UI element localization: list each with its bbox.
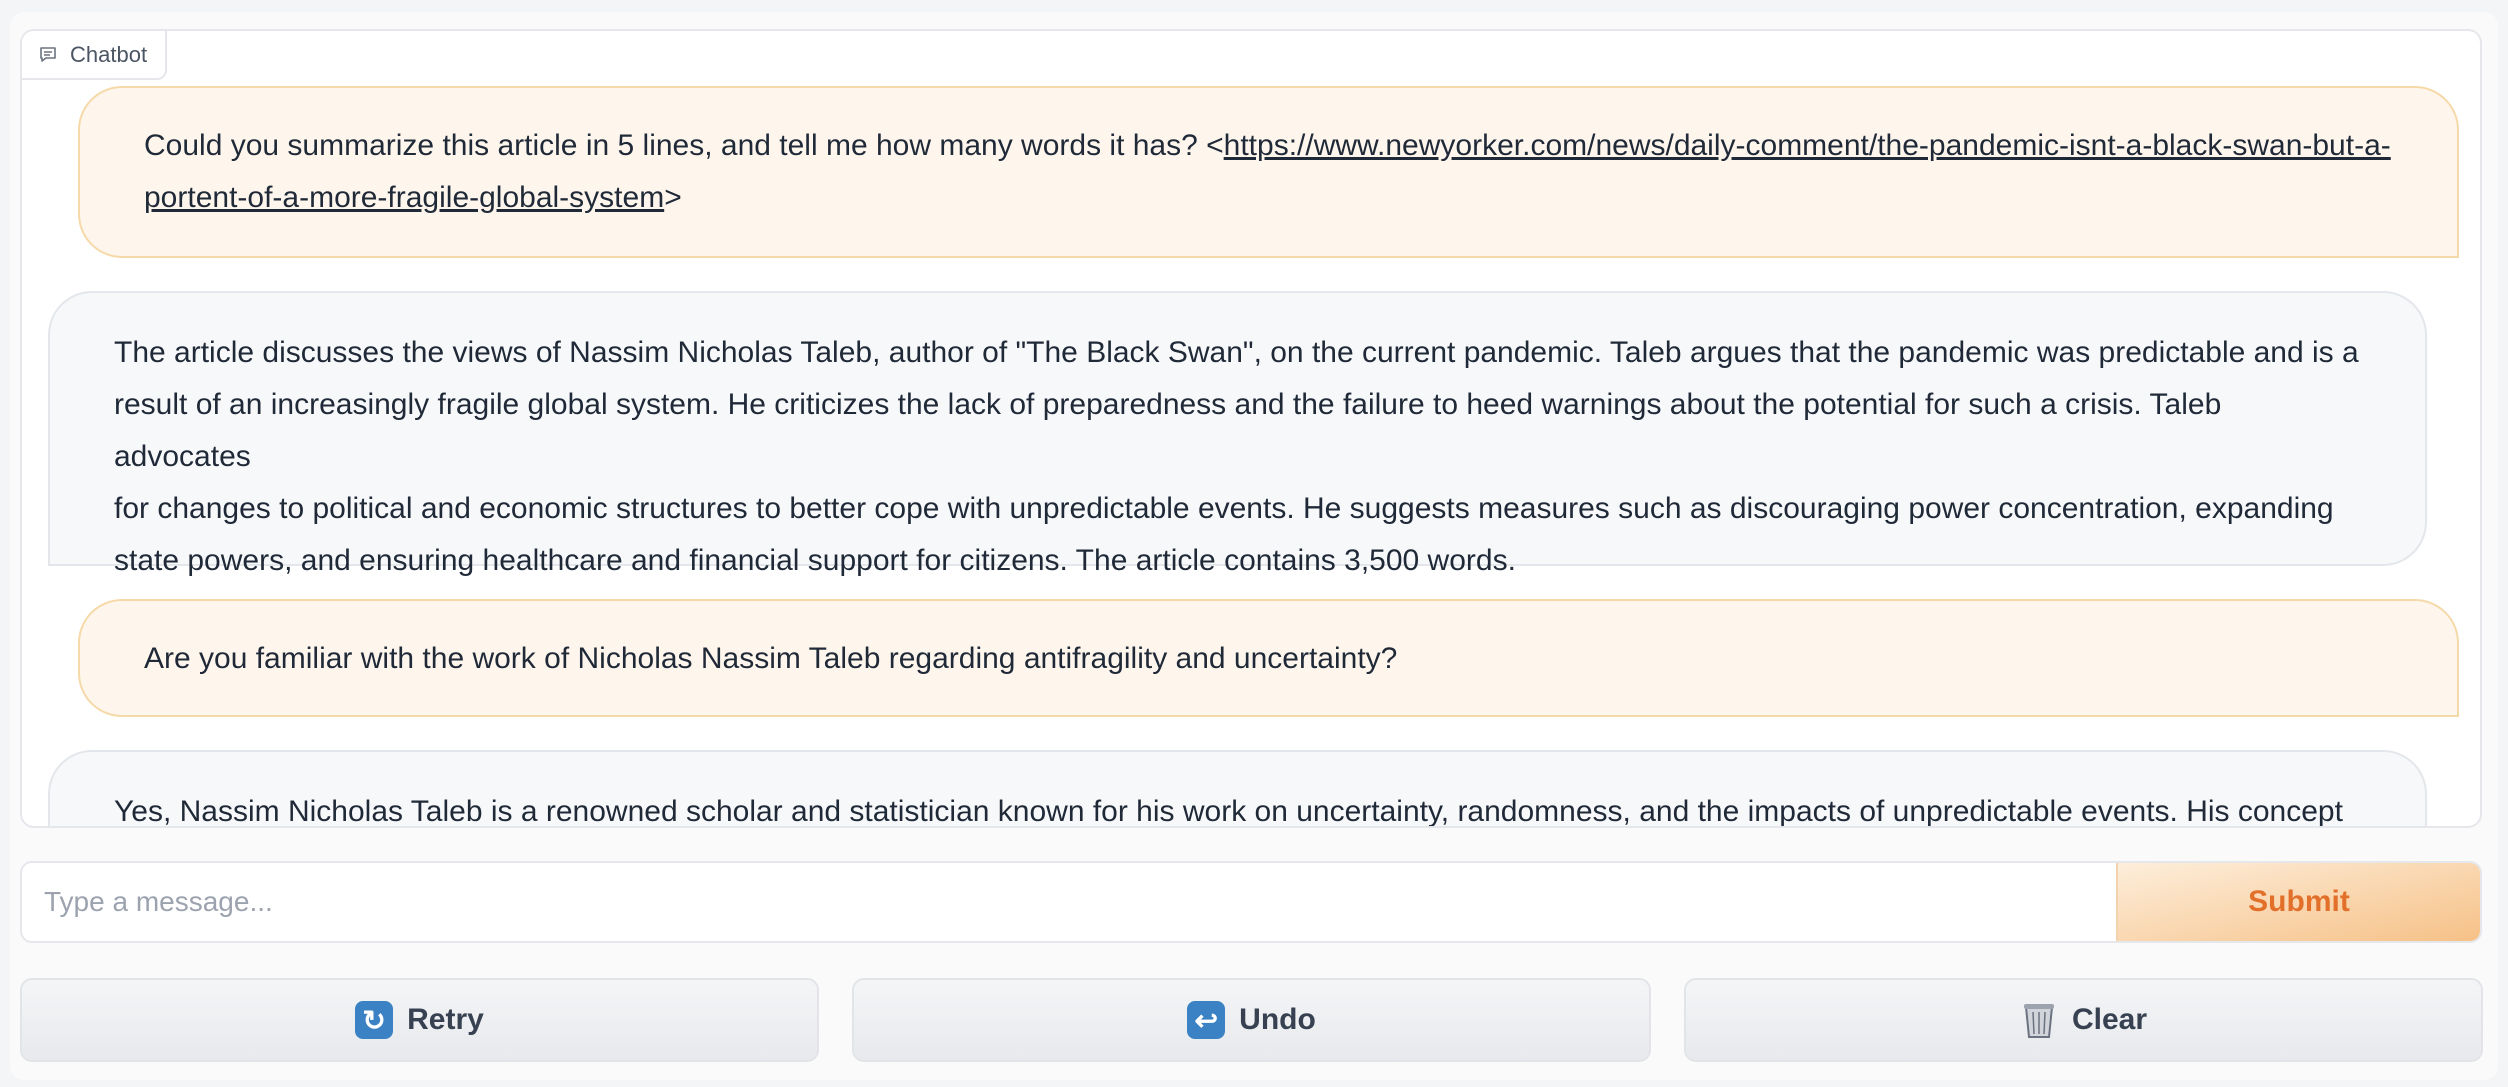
- bot-message-line: for changes to political and economic st…: [114, 492, 2334, 525]
- chatbot-panel[interactable]: Chatbot Could you summarize this article…: [20, 29, 2482, 828]
- submit-button[interactable]: Submit: [2116, 863, 2480, 941]
- undo-button[interactable]: ↩ Undo: [852, 978, 1651, 1062]
- chat-bubble-icon: [40, 46, 56, 62]
- clear-button[interactable]: Clear: [1684, 978, 2483, 1062]
- retry-button[interactable]: ↻ Retry: [20, 978, 819, 1062]
- message-input[interactable]: [22, 863, 2118, 941]
- bot-message-line: state powers, and ensuring healthcare an…: [114, 544, 1516, 577]
- user-message: Are you familiar with the work of Nichol…: [78, 599, 2459, 717]
- user-message: Could you summarize this article in 5 li…: [78, 86, 2459, 258]
- bot-message-line: The article discusses the views of Nassi…: [114, 336, 2359, 369]
- arrows-counterclockwise-icon: ↻: [355, 1001, 394, 1039]
- bot-message: The article discusses the views of Nassi…: [48, 291, 2427, 577]
- message-list[interactable]: Could you summarize this article in 5 li…: [22, 31, 2480, 826]
- wastebasket-icon: [2020, 1001, 2058, 1039]
- message-input-row: Submit: [20, 861, 2482, 943]
- return-arrow-icon: ↩: [1187, 1001, 1226, 1039]
- chatbot-label: Chatbot: [22, 31, 168, 80]
- bot-message-line: result of an increasingly fragile global…: [114, 388, 2222, 473]
- bot-message: Yes, Nassim Nicholas Taleb is a renowned…: [48, 750, 2427, 826]
